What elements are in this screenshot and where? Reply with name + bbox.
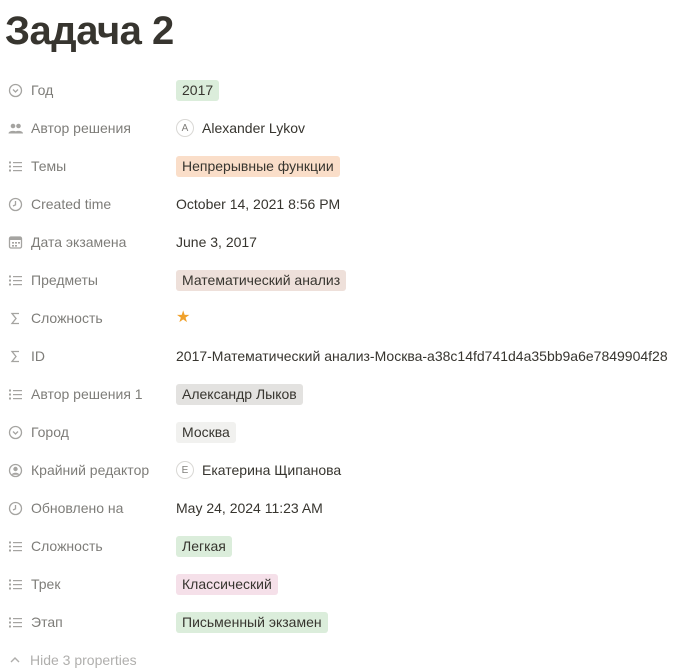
property-value[interactable]: 2017 — [176, 71, 220, 109]
property-list: Год 2017 Автор решения A Alexander Lykov Темы… — [0, 71, 693, 641]
hide-properties-button[interactable]: Hide 3 properties — [8, 650, 137, 670]
property-label: Этап — [31, 614, 63, 630]
select-icon — [8, 83, 23, 98]
list-icon — [8, 387, 23, 402]
property-value[interactable]: Непрерывные функции — [176, 147, 340, 185]
property-name[interactable]: Автор решения 1 — [8, 375, 168, 413]
property-row: ID 2017-Математический анализ-Москва-a38c… — [0, 337, 693, 375]
person-name: Alexander Lykov — [202, 120, 305, 136]
property-name[interactable]: Дата экзамена — [8, 223, 168, 261]
property-row: Этап Письменный экзамен — [0, 603, 693, 641]
property-label: Дата экзамена — [31, 234, 127, 250]
select-tag: Математический анализ — [176, 269, 347, 291]
property-name[interactable]: Created time — [8, 185, 168, 223]
select-tag: Легкая — [176, 535, 232, 557]
calendar-icon — [8, 235, 23, 250]
property-text: 2017-Математический анализ-Москва-a38c14… — [176, 348, 668, 364]
chevron-up-icon — [8, 653, 22, 667]
list-icon — [8, 273, 23, 288]
property-row: Автор решения 1 Александр Лыков — [0, 375, 693, 413]
property-label: Трек — [31, 576, 61, 592]
sigma-icon — [8, 349, 23, 364]
property-value[interactable]: June 3, 2017 — [176, 223, 257, 261]
list-icon — [8, 615, 23, 630]
select-tag: 2017 — [176, 79, 220, 101]
property-name[interactable]: Предметы — [8, 261, 168, 299]
property-row: Created time October 14, 2021 8:56 PM — [0, 185, 693, 223]
property-value[interactable]: A Alexander Lykov — [176, 109, 305, 147]
page-title[interactable]: Задача 2 — [5, 8, 174, 54]
property-value[interactable]: Москва — [176, 413, 236, 451]
property-row: Трек Классический — [0, 565, 693, 603]
property-row: Дата экзамена June 3, 2017 — [0, 223, 693, 261]
property-text: May 24, 2024 11:23 AM — [176, 500, 323, 516]
property-name[interactable]: Год — [8, 71, 168, 109]
select-icon — [8, 425, 23, 440]
property-label: Автор решения 1 — [31, 386, 143, 402]
property-label: ID — [31, 348, 45, 364]
property-name[interactable]: Крайний редактор — [8, 451, 168, 489]
person-name: Екатерина Щипанова — [202, 462, 342, 478]
property-label: Предметы — [31, 272, 98, 288]
property-name[interactable]: Сложность — [8, 299, 168, 337]
property-label: Обновлено на — [31, 500, 124, 516]
property-text: June 3, 2017 — [176, 234, 257, 250]
property-name[interactable]: Сложность — [8, 527, 168, 565]
property-value[interactable]: May 24, 2024 11:23 AM — [176, 489, 323, 527]
property-value[interactable]: Классический — [176, 565, 278, 603]
property-value[interactable]: October 14, 2021 8:56 PM — [176, 185, 340, 223]
avatar: E — [176, 461, 194, 479]
clock-icon — [8, 197, 23, 212]
list-icon — [8, 539, 23, 554]
property-row: Темы Непрерывные функции — [0, 147, 693, 185]
star-icon: ★ — [176, 309, 191, 326]
property-value[interactable]: 2017-Математический анализ-Москва-a38c14… — [176, 337, 668, 375]
property-name[interactable]: Обновлено на — [8, 489, 168, 527]
select-tag: Письменный экзамен — [176, 611, 328, 633]
person-circle-icon — [8, 463, 23, 478]
property-label: Автор решения — [31, 120, 131, 136]
list-icon — [8, 159, 23, 174]
property-label: Город — [31, 424, 69, 440]
property-label: Сложность — [31, 538, 103, 554]
property-row: Крайний редактор E Екатерина Щипанова — [0, 451, 693, 489]
property-label: Темы — [31, 158, 67, 174]
property-value[interactable]: Александр Лыков — [176, 375, 303, 413]
select-tag: Александр Лыков — [176, 383, 303, 405]
property-value[interactable]: Письменный экзамен — [176, 603, 328, 641]
clock-icon — [8, 501, 23, 516]
property-name[interactable]: Город — [8, 413, 168, 451]
property-name[interactable]: Трек — [8, 565, 168, 603]
property-label: Сложность — [31, 310, 103, 326]
list-icon — [8, 577, 23, 592]
property-row: Год 2017 — [0, 71, 693, 109]
property-row: Автор решения A Alexander Lykov — [0, 109, 693, 147]
property-row: Предметы Математический анализ — [0, 261, 693, 299]
property-row: Сложность ★ — [0, 299, 693, 337]
property-text: October 14, 2021 8:56 PM — [176, 196, 341, 212]
people-icon — [8, 121, 23, 136]
property-value[interactable]: Легкая — [176, 527, 232, 565]
property-row: Сложность Легкая — [0, 527, 693, 565]
select-tag: Непрерывные функции — [176, 155, 340, 177]
property-name[interactable]: ID — [8, 337, 168, 375]
property-value[interactable]: E Екатерина Щипанова — [176, 451, 341, 489]
property-name[interactable]: Этап — [8, 603, 168, 641]
hide-properties-label: Hide 3 properties — [30, 652, 137, 668]
property-value[interactable]: ★ — [176, 299, 190, 337]
select-tag: Москва — [176, 421, 236, 443]
property-row: Город Москва — [0, 413, 693, 451]
property-row: Обновлено на May 24, 2024 11:23 AM — [0, 489, 693, 527]
sigma-icon — [8, 311, 23, 326]
property-label: Крайний редактор — [31, 462, 150, 478]
property-label: Год — [31, 82, 54, 98]
property-name[interactable]: Темы — [8, 147, 168, 185]
property-name[interactable]: Автор решения — [8, 109, 168, 147]
property-label: Created time — [31, 196, 112, 212]
select-tag: Классический — [176, 573, 278, 595]
avatar: A — [176, 119, 194, 137]
property-value[interactable]: Математический анализ — [176, 261, 347, 299]
